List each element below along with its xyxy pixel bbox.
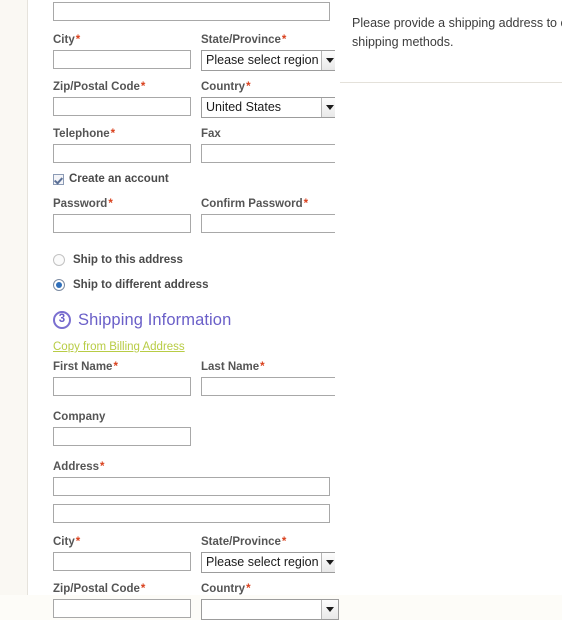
password-row: Password* Confirm Password* xyxy=(53,197,339,233)
ship-different-address-label: Ship to different address xyxy=(73,279,209,291)
billing-zip-field: Zip/Postal Code* xyxy=(53,80,191,118)
required-asterisk: * xyxy=(140,81,146,93)
billing-fax-input[interactable] xyxy=(201,144,339,163)
billing-fax-field: Fax xyxy=(201,127,339,163)
shipping-zip-label: Zip/Postal Code* xyxy=(53,583,146,595)
ship-same-address-radio[interactable] xyxy=(53,254,65,266)
shipping-state-select[interactable]: Please select region xyxy=(201,552,339,573)
create-account-checkbox[interactable] xyxy=(53,173,64,185)
billing-state-selected-value: Please select region xyxy=(206,53,319,67)
shipping-first-name-input[interactable] xyxy=(53,377,191,396)
required-asterisk: * xyxy=(75,34,81,46)
shipping-last-name-label: Last Name* xyxy=(201,361,265,373)
password-input[interactable] xyxy=(53,214,191,233)
step-number-badge: 3 xyxy=(53,311,71,329)
checkout-form-column: City* State/Province* Please select regi… xyxy=(28,0,339,620)
billing-country-label: Country* xyxy=(201,81,251,93)
required-asterisk: * xyxy=(140,583,146,595)
shipping-zip-input[interactable] xyxy=(53,599,191,618)
required-asterisk: * xyxy=(281,536,287,548)
billing-city-input[interactable] xyxy=(53,50,191,69)
shipping-country-label: Country* xyxy=(201,583,251,595)
billing-fax-label: Fax xyxy=(201,128,221,140)
password-field: Password* xyxy=(53,197,191,233)
ship-different-address-option[interactable]: Ship to different address xyxy=(53,275,335,295)
shipping-info-message-line2: shipping methods. xyxy=(352,35,454,49)
billing-zip-input[interactable] xyxy=(53,97,191,116)
shipping-country-selected-value xyxy=(202,600,321,619)
billing-state-field: State/Province* Please select region xyxy=(201,33,339,71)
page-title: Shipping Information xyxy=(78,310,232,329)
billing-telephone-input[interactable] xyxy=(53,144,191,163)
shipping-city-label: City* xyxy=(53,536,81,548)
required-asterisk: * xyxy=(260,361,265,373)
shipping-state-label: State/Province* xyxy=(201,536,287,548)
shipping-address-label: Address* xyxy=(53,461,105,473)
shipping-country-select[interactable] xyxy=(201,599,339,620)
shipping-address-line2-field xyxy=(53,504,335,523)
billing-city-state-row: City* State/Province* Please select regi… xyxy=(53,33,339,71)
required-asterisk: * xyxy=(100,461,105,473)
shipping-first-name-field: First Name* xyxy=(53,360,191,396)
create-account-row[interactable]: Create an account xyxy=(53,173,335,185)
billing-telephone-label: Telephone* xyxy=(53,128,116,140)
shipping-name-row: First Name* Last Name* xyxy=(53,360,339,396)
shipping-address-line1-input[interactable] xyxy=(53,477,330,496)
required-asterisk: * xyxy=(110,128,116,140)
shipping-zip-country-row: Zip/Postal Code* Country* xyxy=(53,582,339,620)
billing-address-line2-input[interactable] xyxy=(53,2,330,21)
copy-from-billing-address-link[interactable]: Copy from Billing Address xyxy=(53,341,185,353)
confirm-password-input[interactable] xyxy=(201,214,339,233)
page-left-gutter xyxy=(0,0,28,595)
shipping-information-heading: 3 Shipping Information xyxy=(53,307,335,333)
billing-phone-fax-row: Telephone* Fax xyxy=(53,127,339,163)
shipping-state-field: State/Province* Please select region xyxy=(201,535,339,573)
confirm-password-field: Confirm Password* xyxy=(201,197,339,233)
shipping-method-info-panel: Please provide a shipping address to c s… xyxy=(335,0,562,595)
billing-telephone-field: Telephone* xyxy=(53,127,191,163)
required-asterisk: * xyxy=(113,361,118,373)
shipping-state-selected-value: Please select region xyxy=(206,555,319,569)
required-asterisk: * xyxy=(75,536,81,548)
shipping-info-message-line1: Please provide a shipping address to c xyxy=(352,16,562,30)
chevron-down-icon[interactable] xyxy=(321,600,338,619)
billing-country-field: Country* United States xyxy=(201,80,339,118)
ship-same-address-label: Ship to this address xyxy=(73,254,183,266)
billing-zip-country-row: Zip/Postal Code* Country* United States xyxy=(53,80,339,118)
shipping-first-name-label: First Name* xyxy=(53,361,118,373)
billing-country-selected-value: United States xyxy=(206,100,282,114)
billing-city-label: City* xyxy=(53,34,81,46)
required-asterisk: * xyxy=(246,583,251,595)
shipping-company-field: Company xyxy=(53,410,191,446)
shipping-company-label: Company xyxy=(53,411,106,423)
confirm-password-label: Confirm Password* xyxy=(201,198,309,210)
shipping-address-field: Address* xyxy=(53,460,335,496)
billing-country-select[interactable]: United States xyxy=(201,97,339,118)
ship-different-address-radio[interactable] xyxy=(53,279,65,291)
checkout-page: City* State/Province* Please select regi… xyxy=(0,0,562,620)
billing-state-select[interactable]: Please select region xyxy=(201,50,339,71)
required-asterisk: * xyxy=(303,198,309,210)
billing-state-label: State/Province* xyxy=(201,34,287,46)
page-content: City* State/Province* Please select regi… xyxy=(28,0,562,620)
shipping-country-field: Country* xyxy=(201,582,339,620)
billing-city-field: City* xyxy=(53,33,191,71)
billing-address-line2-field xyxy=(53,2,335,21)
shipping-company-input[interactable] xyxy=(53,427,191,446)
password-label: Password* xyxy=(53,198,113,210)
shipping-address-line2-input[interactable] xyxy=(53,504,330,523)
required-asterisk: * xyxy=(108,198,113,210)
shipping-city-state-row: City* State/Province* Please select regi… xyxy=(53,535,339,573)
billing-zip-label: Zip/Postal Code* xyxy=(53,81,146,93)
ship-same-address-option[interactable]: Ship to this address xyxy=(53,250,335,270)
shipping-city-field: City* xyxy=(53,535,191,573)
info-panel-divider xyxy=(340,82,562,83)
shipping-last-name-field: Last Name* xyxy=(201,360,339,396)
shipping-last-name-input[interactable] xyxy=(201,377,339,396)
shipping-zip-field: Zip/Postal Code* xyxy=(53,582,191,620)
required-asterisk: * xyxy=(246,81,251,93)
required-asterisk: * xyxy=(281,34,287,46)
create-account-label: Create an account xyxy=(69,173,169,185)
shipping-city-input[interactable] xyxy=(53,552,191,571)
